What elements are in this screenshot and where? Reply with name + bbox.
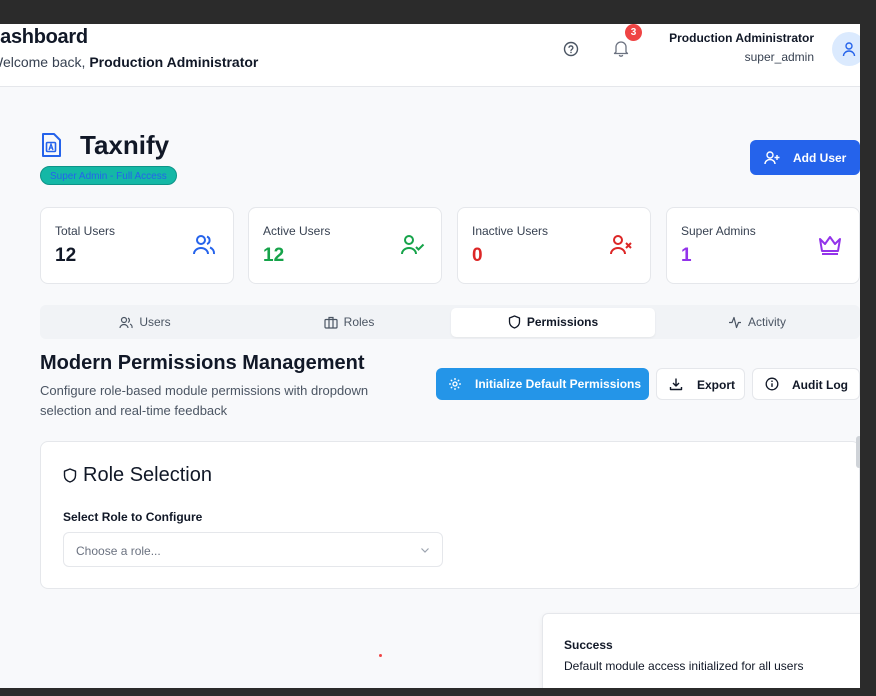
user-plus-icon <box>764 151 780 165</box>
shield-icon <box>508 315 520 329</box>
crown-icon <box>819 236 841 255</box>
export-button[interactable]: Export <box>656 368 745 400</box>
users-icon <box>193 235 216 255</box>
top-bar: Dashboard Welcome back, Production Admin… <box>0 24 860 87</box>
section-description: Configure role-based module permissions … <box>40 383 369 418</box>
briefcase-icon <box>324 316 338 329</box>
stat-card-active-users: Active Users 12 <box>248 207 442 284</box>
role-selection-card: Role Selection Select Role to Configure … <box>40 441 860 589</box>
stat-value: 12 <box>263 245 285 266</box>
audit-log-label: Audit Log <box>792 378 848 392</box>
scrollbar-thumb[interactable] <box>856 436 860 468</box>
users-icon <box>119 316 133 329</box>
success-toast: Success Default module access initialize… <box>542 613 860 688</box>
tab-label: Users <box>139 315 171 329</box>
gear-icon <box>449 378 461 390</box>
tab-users[interactable]: Users <box>43 308 247 337</box>
notification-badge: 3 <box>625 24 642 41</box>
page-title: Dashboard <box>0 26 88 48</box>
welcome-text: Welcome back, Production Administrator <box>0 54 258 70</box>
initialize-label: Initialize Default Permissions <box>475 377 642 391</box>
card-title: Role Selection <box>63 464 212 487</box>
loading-dot <box>379 654 382 657</box>
stat-label: Inactive Users <box>472 224 549 238</box>
avatar[interactable] <box>832 32 860 66</box>
stat-label: Active Users <box>263 224 331 238</box>
toast-message: Default module access initialized for al… <box>564 659 804 673</box>
tab-label: Roles <box>343 315 375 329</box>
tab-bar: Users Roles Permissions Activity <box>40 305 860 339</box>
brand-name: Taxnify <box>80 130 170 160</box>
stat-label: Super Admins <box>681 224 756 238</box>
initialize-permissions-button[interactable]: Initialize Default Permissions <box>436 368 649 400</box>
add-user-button[interactable]: Add User <box>750 140 860 175</box>
tab-permissions[interactable]: Permissions <box>451 308 655 337</box>
tab-roles[interactable]: Roles <box>247 308 451 337</box>
app-window: Dashboard Welcome back, Production Admin… <box>0 24 860 688</box>
role-select-placeholder: Choose a role... <box>76 544 161 558</box>
user-check-icon <box>401 235 425 255</box>
audit-log-button[interactable]: Audit Log <box>752 368 860 400</box>
stat-value: 1 <box>681 245 692 266</box>
user-role: super_admin <box>744 50 814 64</box>
bell-icon[interactable] <box>611 38 631 58</box>
toast-title: Success <box>564 638 613 652</box>
user-name: Production Administrator <box>669 31 814 45</box>
stat-value: 0 <box>472 245 483 266</box>
stat-label: Total Users <box>55 224 116 238</box>
stat-card-inactive-users: Inactive Users 0 <box>457 207 651 284</box>
tab-label: Permissions <box>526 315 599 329</box>
stat-card-total-users: Total Users 12 <box>40 207 234 284</box>
export-label: Export <box>697 378 736 392</box>
role-select[interactable]: Choose a role... <box>63 532 443 567</box>
shield-icon <box>63 468 77 483</box>
add-user-label: Add User <box>793 151 847 165</box>
download-icon <box>669 378 683 391</box>
user-icon <box>842 42 856 57</box>
user-x-icon <box>610 235 632 255</box>
section-title: Modern Permissions Management <box>40 352 365 374</box>
role-selection-title: Role Selection <box>83 464 212 486</box>
tab-activity[interactable]: Activity <box>655 308 859 337</box>
stat-value: 12 <box>55 245 77 266</box>
info-icon <box>765 377 779 391</box>
tab-label: Activity <box>747 315 786 329</box>
activity-icon <box>728 316 741 329</box>
stat-card-super-admins: Super Admins 1 <box>666 207 860 284</box>
welcome-name: Production Administrator <box>89 54 259 70</box>
help-icon[interactable] <box>562 40 580 58</box>
brand-logo-icon <box>42 133 61 157</box>
role-field-label: Select Role to Configure <box>63 510 203 524</box>
access-badge: Super Admin - Full Access <box>40 166 177 185</box>
welcome-prefix: Welcome back, <box>0 54 86 70</box>
chevron-down-icon <box>421 548 429 553</box>
